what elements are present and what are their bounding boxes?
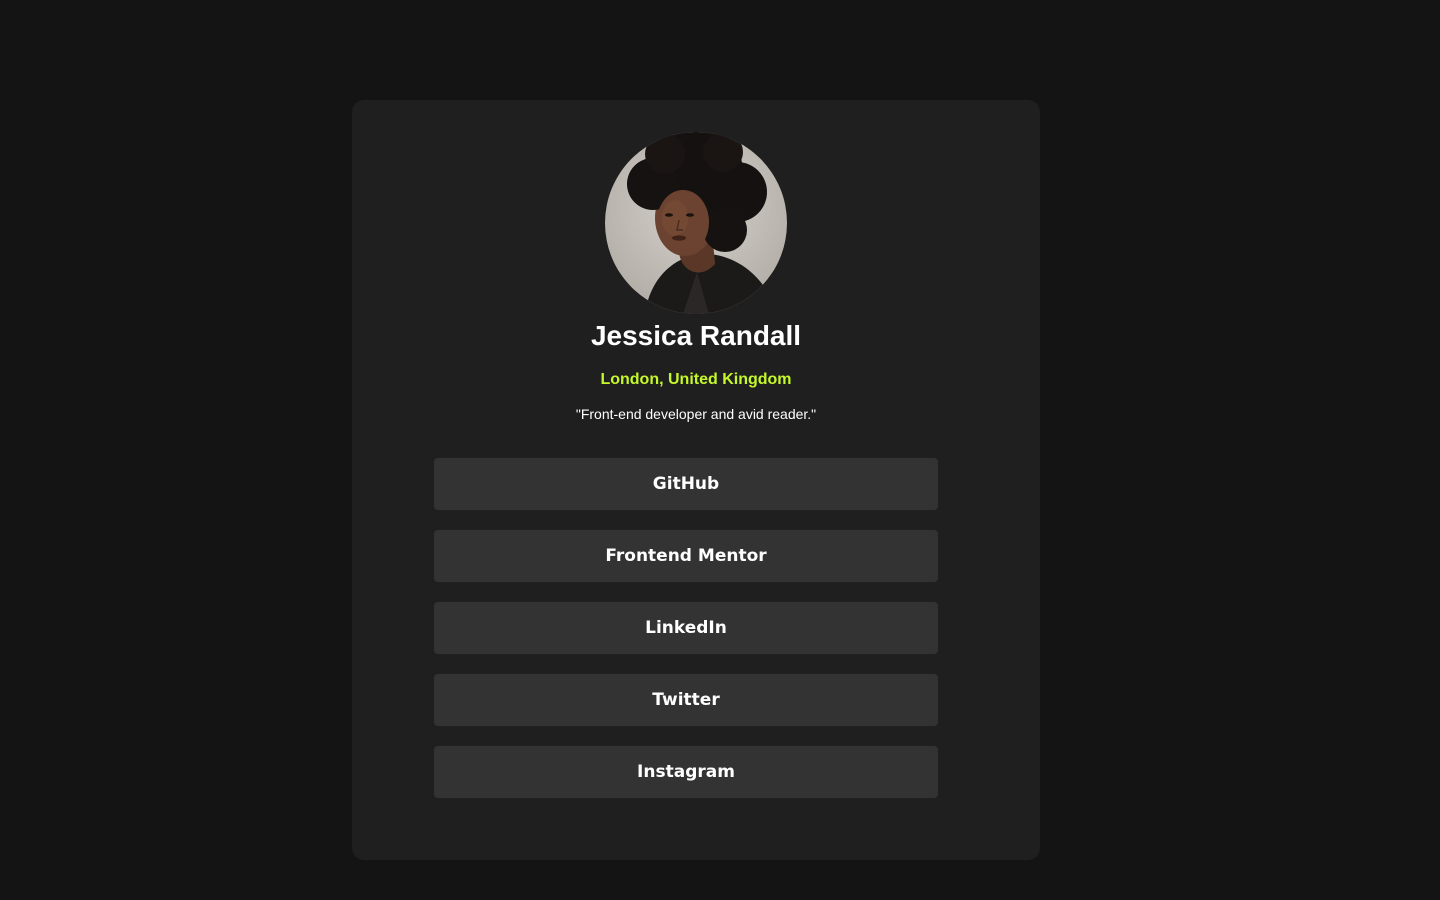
profile-location: London, United Kingdom (600, 371, 792, 388)
social-links: GitHub Frontend Mentor LinkedIn Twitter … (434, 458, 938, 818)
profile-bio: "Front-end developer and avid reader." (575, 406, 817, 422)
github-link[interactable]: GitHub (434, 458, 938, 510)
twitter-link[interactable]: Twitter (434, 674, 938, 726)
avatar (605, 132, 787, 314)
linkedin-link[interactable]: LinkedIn (434, 602, 938, 654)
instagram-link[interactable]: Instagram (434, 746, 938, 798)
profile-card: Jessica Randall London, United Kingdom "… (352, 100, 1040, 860)
profile-name: Jessica Randall (590, 320, 802, 351)
avatar-image (627, 132, 777, 314)
frontend-mentor-link[interactable]: Frontend Mentor (434, 530, 938, 582)
